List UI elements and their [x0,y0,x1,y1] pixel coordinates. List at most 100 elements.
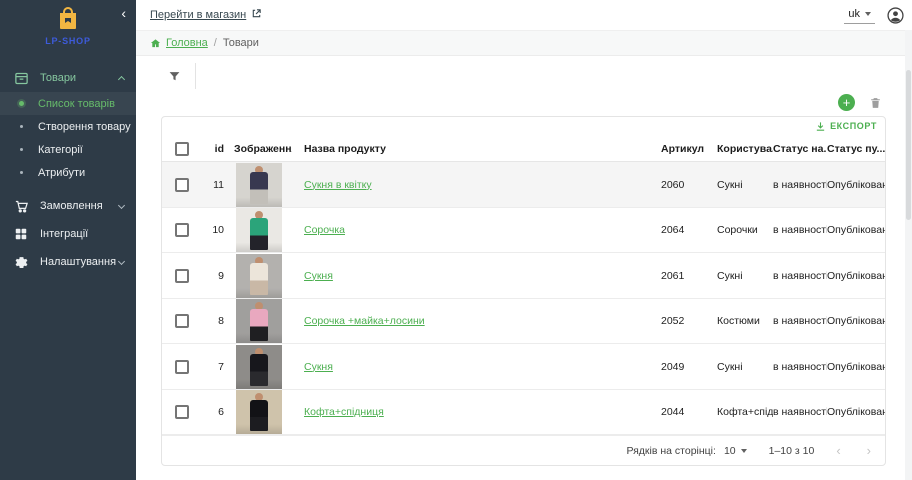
sidebar-item-label: Замовлення [40,200,119,212]
row-category: Сукні [717,361,773,373]
table-row: 6 Кофта+спідниця 2044 Кофта+спідниці в н… [162,390,885,435]
logo-text: LP-SHOP [0,36,136,46]
sidebar-item-integrations[interactable]: Інтеграції [0,220,136,248]
scrollbar-thumb[interactable] [906,70,911,220]
row-stock-status: в наявності [773,224,827,236]
language-value: uk [848,8,860,20]
row-sku: 2052 [661,315,717,327]
row-id: 10 [202,224,226,236]
breadcrumb-separator: / [214,37,217,49]
topbar: Перейти в магазин uk [136,0,912,30]
products-table-card: ЕКСПОРТ id Зображення Назва продукту Арт… [161,116,886,466]
row-id: 6 [202,406,226,418]
filter-button[interactable] [168,70,181,83]
row-stock-status: в наявності [773,315,827,327]
sidebar-item-products[interactable]: Товари [0,64,136,92]
row-publish-status: Опубліковано [827,315,885,327]
row-checkbox[interactable] [175,223,189,237]
row-category: Сорочки [717,224,773,236]
next-page-button[interactable]: › [867,443,871,458]
product-name-link[interactable]: Сукня в квітку [304,179,372,191]
export-button[interactable]: ЕКСПОРТ [815,121,877,132]
row-sku: 2061 [661,270,717,282]
row-id: 7 [202,361,226,373]
store-link-label: Перейти в магазин [150,9,246,21]
logo: LP-SHOP ‹ [0,0,136,46]
sidebar-item-orders[interactable]: Замовлення [0,192,136,220]
row-category: Костюми [717,315,773,327]
row-category: Кофта+спідниці [717,406,773,418]
sidebar-item-label: Налаштування [40,256,119,268]
header-id: id [202,143,226,155]
caret-down-icon [865,12,871,16]
bullet-icon [12,125,30,128]
sidebar-item-create-product[interactable]: Створення товару [0,115,136,138]
product-image [236,208,282,252]
table-actions: + [838,94,882,111]
row-stock-status: в наявності [773,406,827,418]
toolbar-divider [195,63,196,89]
row-stock-status: в наявності [773,179,827,191]
sidebar-subitem-label: Атрибути [38,167,85,179]
header-sku: Артикул [661,143,717,155]
table-row: 8 Сорочка +майка+лосини 2052 Костюми в н… [162,299,885,344]
account-button[interactable] [887,7,904,24]
go-to-store-link[interactable]: Перейти в магазин [150,8,262,22]
previous-page-button[interactable]: ‹ [836,443,840,458]
breadcrumb-current: Товари [223,37,259,49]
product-image [236,163,282,207]
sidebar-item-label: Інтеграції [40,228,124,240]
product-image [236,254,282,298]
table-row: 11 Сукня в квітку 2060 Сукні в наявності… [162,162,885,207]
row-id: 11 [202,179,226,191]
sidebar-item-categories[interactable]: Категорії [0,138,136,161]
row-checkbox[interactable] [175,314,189,328]
inbox-icon [12,71,30,86]
row-checkbox[interactable] [175,269,189,283]
bullet-icon [12,148,30,151]
sidebar-item-attributes[interactable]: Атрибути [0,161,136,184]
product-name-link[interactable]: Сукня [304,361,333,373]
row-sku: 2044 [661,406,717,418]
header-stock-status: Статус на... [773,143,827,155]
external-link-icon [251,8,262,22]
delete-button[interactable] [869,96,882,110]
sidebar-item-product-list[interactable]: Список товарів [0,92,136,115]
product-image [236,345,282,389]
page-scrollbar[interactable] [905,30,912,480]
table-row: 10 Сорочка 2064 Сорочки в наявності Опуб… [162,208,885,253]
language-selector[interactable]: uk [844,6,875,24]
row-checkbox[interactable] [175,360,189,374]
row-category: Сукні [717,270,773,282]
product-name-link[interactable]: Сорочка [304,224,345,236]
table-header: id Зображення Назва продукту Артикул Кор… [162,136,885,163]
header-image: Зображення [226,143,292,155]
sidebar-subitem-label: Категорії [38,144,83,156]
product-image [236,299,282,343]
product-name-link[interactable]: Кофта+спідниця [304,406,384,418]
table-row: 9 Сукня 2061 Сукні в наявності Опубліков… [162,253,885,298]
product-name-link[interactable]: Сорочка +майка+лосини [304,315,425,327]
sidebar-collapse-button[interactable]: ‹ [121,6,126,20]
add-product-button[interactable]: + [838,94,855,111]
product-image [236,390,282,434]
home-icon [150,38,161,49]
row-checkbox[interactable] [175,405,189,419]
row-stock-status: в наявності [773,361,827,373]
download-icon [815,121,826,132]
row-publish-status: Опубліковано [827,361,885,373]
breadcrumb-home-link[interactable]: Головна [150,37,208,49]
product-name-link[interactable]: Сукня [304,270,333,282]
row-sku: 2064 [661,224,717,236]
rows-per-page-select[interactable]: 10 [724,445,747,457]
main-content: + ЕКСПОРТ id Зображення Назва продукту А… [136,56,912,480]
bullet-icon [12,171,30,174]
cart-icon [12,199,30,214]
select-all-checkbox[interactable] [175,142,189,156]
row-checkbox[interactable] [175,178,189,192]
sidebar-item-settings[interactable]: Налаштування [0,248,136,276]
sidebar: LP-SHOP ‹ Товари Список товарів Створенн… [0,0,136,480]
sidebar-subitem-label: Список товарів [38,98,115,110]
chevron-down-icon [118,257,125,264]
chevron-down-icon [118,201,125,208]
